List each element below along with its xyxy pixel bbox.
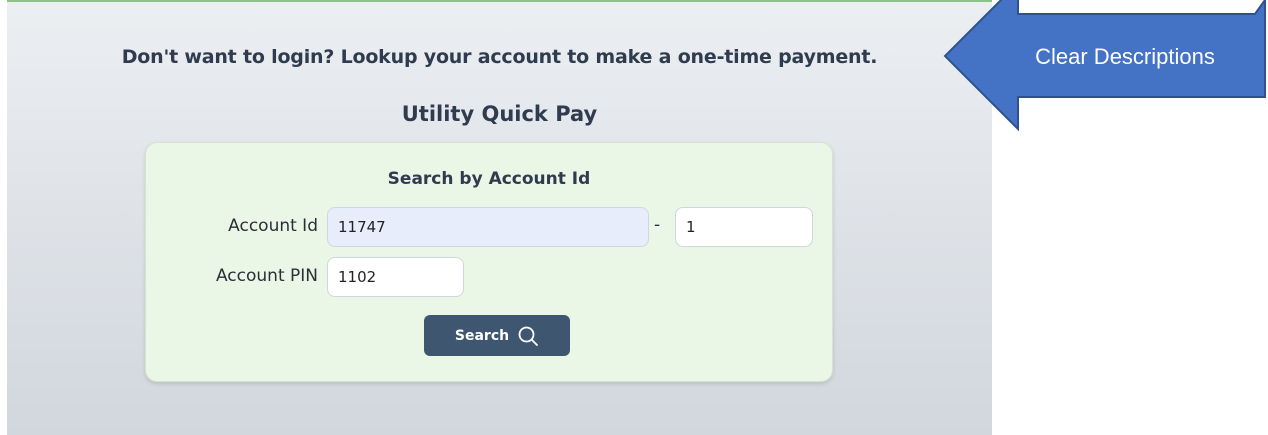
- screenshot-stage: Don't want to login? Lookup your account…: [0, 0, 1268, 435]
- callout-label: Clear Descriptions: [1035, 44, 1215, 69]
